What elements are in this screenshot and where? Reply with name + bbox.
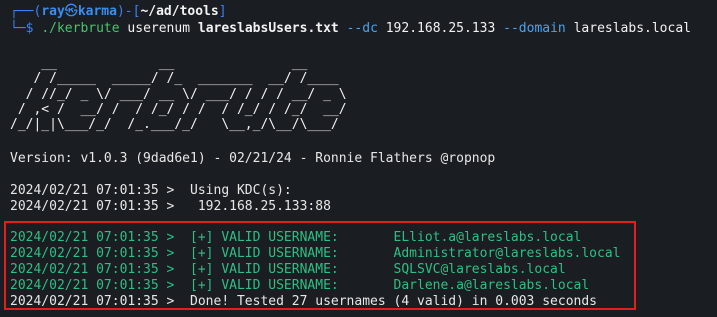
- log-line-kdc-address: 2024/02/21 07:01:35 > 192.168.25.133:88: [10, 199, 331, 214]
- log-line-kdc: 2024/02/21 07:01:35 > Using KDC(s):: [10, 183, 292, 198]
- command-line[interactable]: └─$ ./kerbrute userenum lareslabsUsers.t…: [10, 21, 691, 37]
- prompt-user: ray: [41, 4, 65, 19]
- command-dc-ip: 192.168.25.133: [385, 21, 496, 36]
- prompt-header: ┌──(ray㉿karma)-[~/ad/tools]: [10, 4, 227, 20]
- prompt-path: ~/ad/tools: [140, 4, 219, 19]
- skull-icon: ㉿: [64, 4, 78, 19]
- prompt-open: ┌──(: [10, 4, 42, 19]
- version-line: Version: v1.0.3 (9dad6e1) - 02/21/24 - R…: [10, 151, 496, 166]
- command-subcommand: userenum: [127, 21, 191, 36]
- command-domain: lareslabs.local: [573, 21, 691, 36]
- highlight-box: [4, 221, 636, 310]
- command-userfile: lareslabsUsers.txt: [197, 21, 339, 36]
- prompt-end-bracket: ]: [218, 4, 227, 19]
- prompt-arrow: └─$: [10, 21, 34, 36]
- prompt-host: karma: [77, 4, 117, 19]
- command-opt-dc: --dc: [346, 21, 378, 36]
- prompt-bracket: )-[: [116, 4, 141, 19]
- kerbrute-ascii-logo: __ __ __ / /_____ _____/ /_ _______ __/ …: [10, 56, 347, 133]
- command-binary: ./kerbrute: [41, 21, 120, 36]
- terminal-window[interactable]: ┌──(ray㉿karma)-[~/ad/tools] └─$ ./kerbru…: [0, 0, 717, 317]
- command-opt-domain: --domain: [503, 21, 566, 36]
